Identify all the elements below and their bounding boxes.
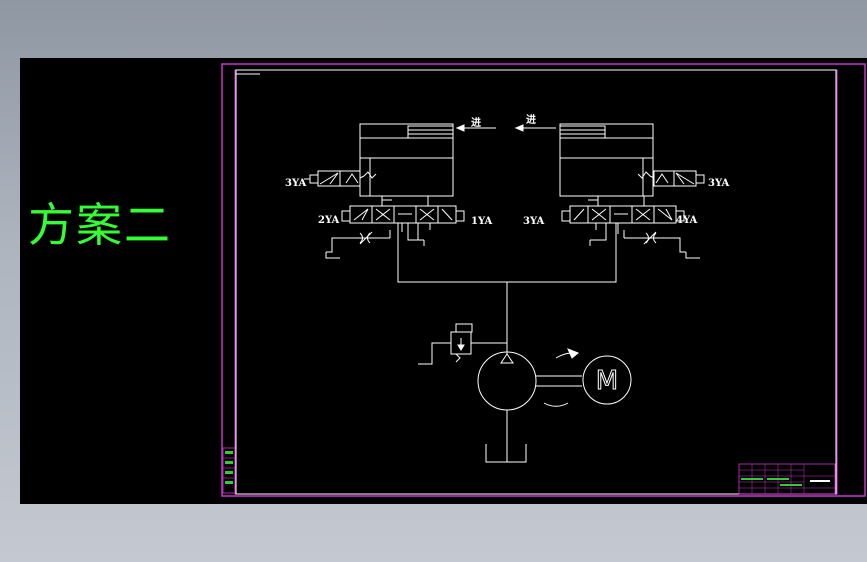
flow-label-left: 进 [471,116,481,129]
label-right-top-3ya: 3YA [708,178,729,189]
cad-viewport[interactable]: 方案二 M 进 进 3YA 3YA 2YA 1YA 3YA 4YA [20,58,867,504]
left-top-valve [304,170,377,187]
right-top-valve [637,170,705,187]
label-right-valve-3ya: 3YA [523,216,544,227]
hydraulic-pump [477,348,582,463]
drawing-frame [221,63,866,497]
title-block [738,463,836,495]
valve-tank-left [325,252,340,259]
flow-arrow-right [514,124,556,132]
side-stamp [222,447,236,494]
scheme-title: 方案二 [28,198,172,252]
left-throttle-valve [326,230,391,253]
relief-valve [418,323,507,365]
left-cylinder [359,123,454,197]
label-1ya: 1YA [471,216,492,227]
right-cylinder [559,123,654,197]
flow-label-right: 进 [526,113,536,126]
hydraulic-drawing: 方案二 M 进 进 3YA 3YA 2YA 1YA 3YA 4YA [28,63,866,497]
label-2ya: 2YA [318,215,339,226]
motor-letter: M [596,366,618,396]
main-pressure-line [397,223,617,355]
label-4ya: 4YA [676,215,697,226]
valve-tank-right [685,252,700,259]
right-throttle-valve [623,230,686,253]
label-left-top-3ya: 3YA [285,178,306,189]
